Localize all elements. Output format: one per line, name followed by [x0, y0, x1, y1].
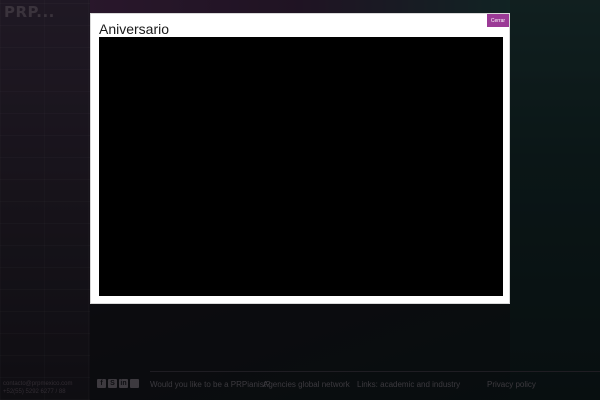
video-modal: Aniversario Cerrar	[90, 13, 510, 304]
modal-title: Aniversario	[99, 21, 170, 37]
close-button[interactable]: Cerrar	[487, 14, 509, 27]
video-player[interactable]	[99, 37, 503, 296]
